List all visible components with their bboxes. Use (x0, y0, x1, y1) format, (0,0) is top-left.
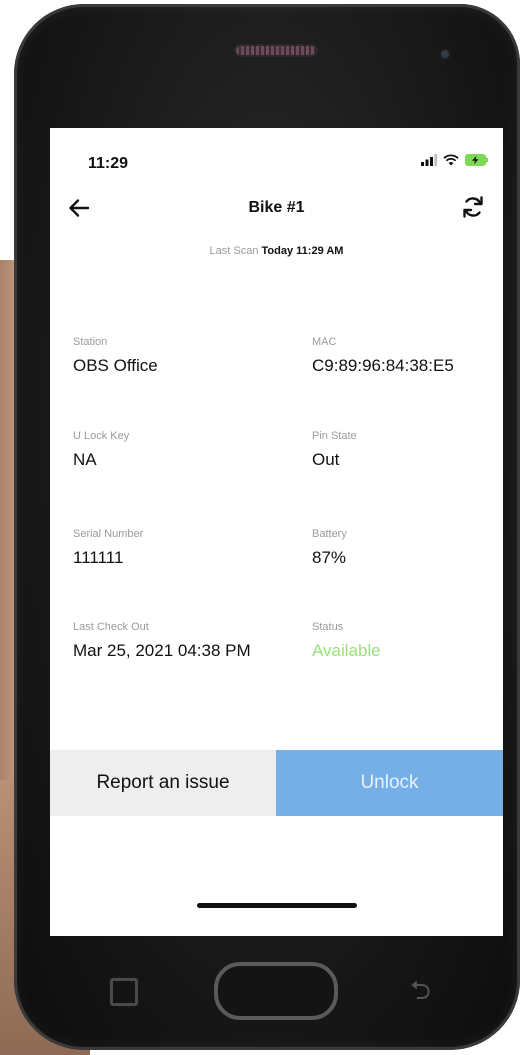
station-value: OBS Office (73, 356, 158, 375)
recent-apps-key[interactable] (110, 978, 138, 1006)
battery-field: Battery 87% (312, 528, 347, 568)
earpiece-speaker (236, 46, 316, 55)
last-scan-day: Today (261, 245, 294, 257)
home-indicator[interactable] (197, 903, 357, 908)
last-check-out-value: Mar 25, 2021 04:38 PM (73, 641, 251, 660)
u-lock-key-value: NA (73, 450, 97, 469)
mac-value: C9:89:96:84:38:E5 (312, 356, 454, 375)
station-label: Station (73, 336, 108, 348)
mac-field: MAC C9:89:96:84:38:E5 (312, 336, 454, 376)
unlock-button[interactable]: Unlock (276, 750, 503, 816)
wifi-icon (443, 154, 459, 166)
last-check-out-field: Last Check Out Mar 25, 2021 04:38 PM (73, 621, 251, 661)
u-lock-key-field: U Lock Key NA (73, 430, 129, 470)
front-camera (441, 50, 449, 58)
refresh-icon[interactable] (459, 193, 487, 221)
system-icons (421, 154, 489, 166)
serial-number-label: Serial Number (73, 528, 144, 540)
last-check-out-label: Last Check Out (73, 621, 149, 633)
battery-charging-icon (465, 154, 488, 166)
report-issue-button[interactable]: Report an issue (50, 750, 276, 816)
status-field: Status Available (312, 621, 381, 661)
action-bar: Report an issue Unlock (50, 750, 503, 816)
page-title: Bike #1 (248, 199, 305, 216)
serial-number-value: 111111 (73, 548, 124, 567)
page-header: Bike #1 Last Scan Today 11:29 AM (50, 193, 503, 263)
status-label: Status (312, 621, 344, 633)
serial-number-field: Serial Number 111111 (73, 528, 143, 568)
back-key-icon[interactable]: ⮌ (410, 977, 444, 1003)
app-screen: 11:29 Bike #1 Last Scan Today 11:29 AM S… (50, 128, 503, 936)
mac-label: MAC (312, 336, 337, 348)
last-scan-time: 11:29 AM (296, 245, 344, 257)
status-value: Available (312, 641, 381, 660)
pin-state-field: Pin State Out (312, 430, 357, 470)
home-key[interactable] (214, 962, 338, 1020)
station-field: Station OBS Office (73, 336, 158, 376)
battery-label: Battery (312, 528, 347, 540)
status-time: 11:29 (88, 155, 129, 172)
signal-icon (421, 154, 437, 166)
pin-state-label: Pin State (312, 430, 357, 442)
status-bar: 11:29 (50, 128, 503, 188)
last-scan-label: Last Scan (209, 245, 259, 257)
battery-value: 87% (312, 548, 347, 567)
last-scan-info: Last Scan Today 11:29 AM (50, 245, 503, 257)
u-lock-key-label: U Lock Key (73, 430, 130, 442)
pin-state-value: Out (312, 450, 340, 469)
